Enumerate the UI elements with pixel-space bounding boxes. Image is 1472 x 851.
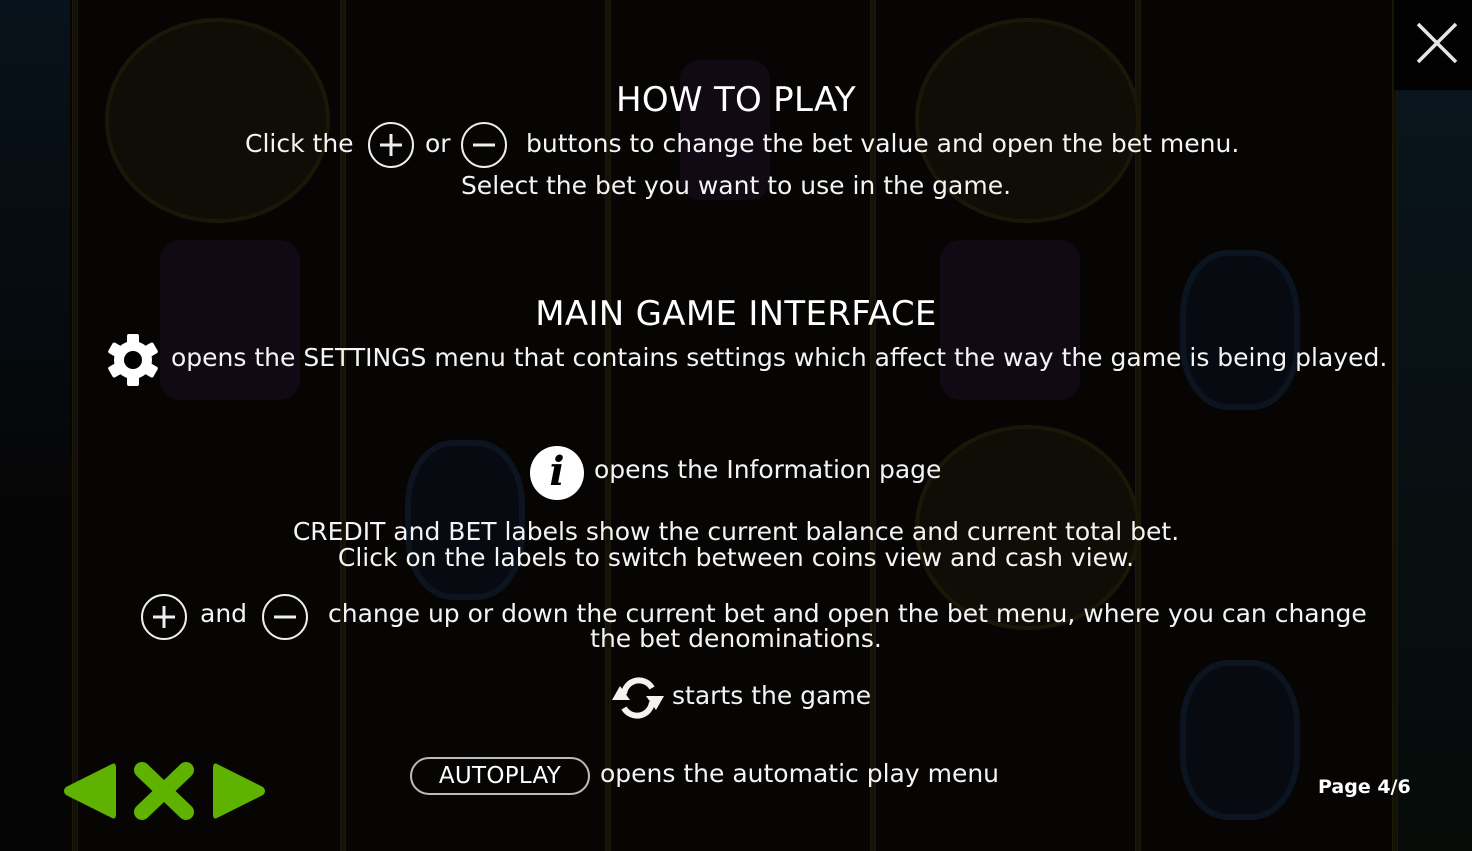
page-indicator: Page 4/6 xyxy=(1318,776,1411,798)
credit-bet-line1: CREDIT and BET labels show the current b… xyxy=(292,517,1180,546)
settings-description: opens the SETTINGS menu that contains se… xyxy=(171,343,1388,372)
arrow-right-icon[interactable] xyxy=(213,760,267,822)
gear-icon xyxy=(108,334,158,386)
paytable-overlay: HOW TO PLAY Click the or buttons to chan… xyxy=(0,0,1472,851)
info-description: opens the Information page xyxy=(594,455,942,484)
x-icon[interactable] xyxy=(132,760,196,822)
how-to-play-title: HOW TO PLAY xyxy=(615,80,856,120)
spin-arrows-icon xyxy=(612,677,664,719)
info-icon: i xyxy=(530,446,584,500)
main-interface-title: MAIN GAME INTERFACE xyxy=(535,294,937,334)
credit-bet-line2: Click on the labels to switch between co… xyxy=(337,543,1135,572)
autoplay-description: opens the automatic play menu xyxy=(600,759,1000,788)
how-to-play-suffix: buttons to change the bet value and open… xyxy=(526,129,1240,158)
how-to-play-or: or xyxy=(425,129,451,158)
how-to-play-prefix: Click the xyxy=(245,129,354,158)
plus-circle-icon xyxy=(368,122,414,168)
spin-description: starts the game xyxy=(672,681,872,710)
bet-description-line2: the bet denominations. xyxy=(590,624,882,653)
how-to-play-line2: Select the bet you want to use in the ga… xyxy=(460,171,1012,200)
arrow-left-icon[interactable] xyxy=(62,760,116,822)
minus-circle-icon xyxy=(461,122,507,168)
autoplay-button-sample: AUTOPLAY xyxy=(410,757,590,795)
close-icon[interactable] xyxy=(1414,20,1460,66)
